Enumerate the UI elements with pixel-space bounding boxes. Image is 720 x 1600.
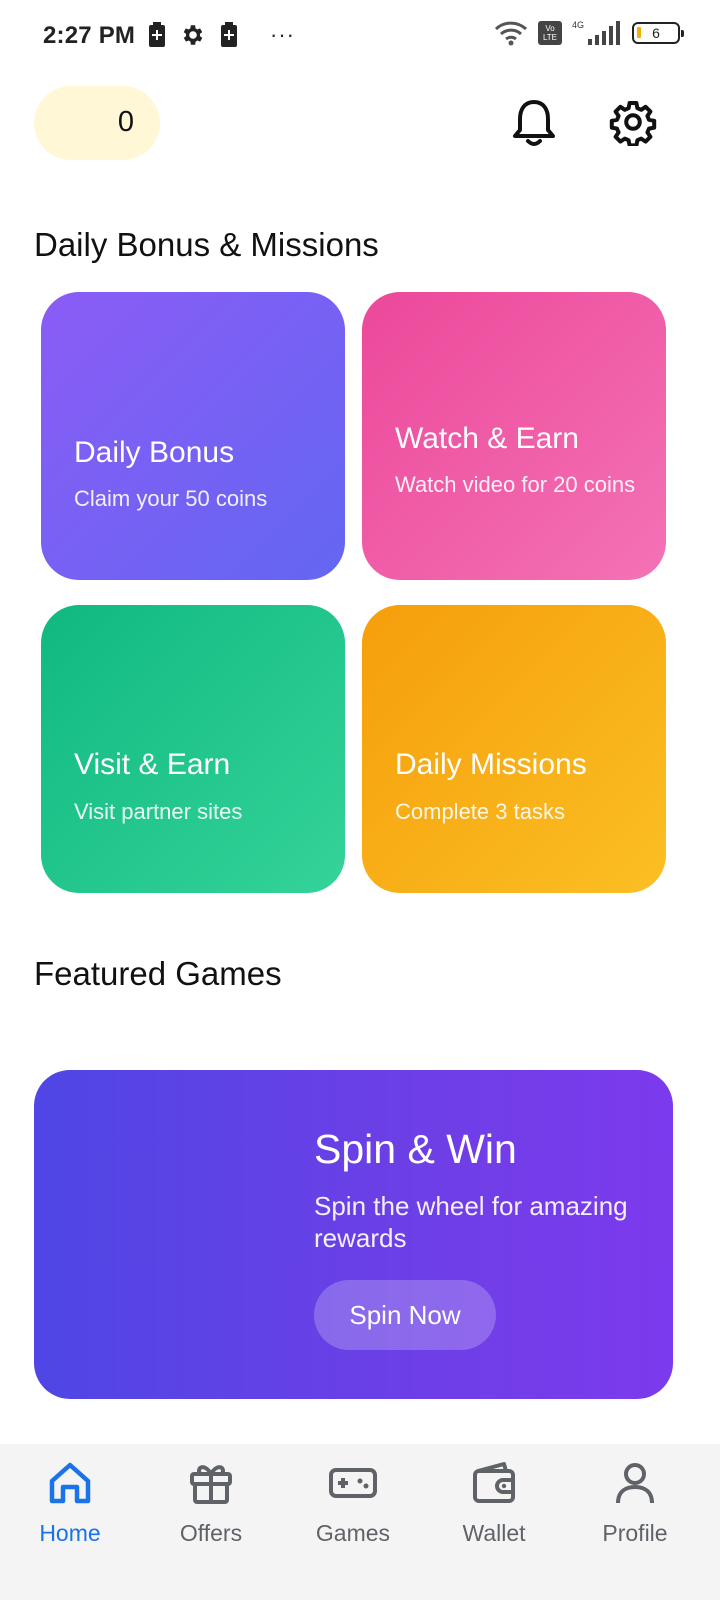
spin-win-subtitle: Spin the wheel for amazing rewards — [314, 1191, 628, 1253]
nav-label-home: Home — [39, 1520, 101, 1546]
more-notifications-icon: ··· — [270, 22, 295, 47]
settings-notification-icon — [183, 25, 203, 45]
daily-bonus-card[interactable]: Daily Bonus Claim your 50 coins — [41, 292, 345, 580]
visit-earn-card[interactable]: Visit & Earn Visit partner sites — [41, 605, 345, 893]
status-bar: 2:27 PM ··· Vo LTE 4G 6 — [0, 0, 720, 72]
spin-win-banner[interactable]: Spin & Win Spin the wheel for amazing re… — [34, 1070, 673, 1399]
spin-win-title: Spin & Win — [314, 1126, 517, 1172]
watch-earn-title: Watch & Earn — [395, 422, 579, 455]
battery-level: 6 — [652, 25, 660, 41]
settings-button[interactable] — [603, 92, 663, 152]
nav-item-profile[interactable]: Profile — [575, 1458, 695, 1558]
watch-earn-card[interactable]: Watch & Earn Watch video for 20 coins — [362, 292, 666, 580]
battery-icon: 6 — [632, 22, 684, 44]
battery-saver-icon — [149, 22, 165, 47]
notifications-button[interactable] — [504, 92, 564, 152]
nav-label-offers: Offers — [179, 1520, 243, 1546]
network-type-label: 4G — [571, 20, 584, 30]
wifi-icon — [494, 21, 528, 46]
featured-section-title: Featured Games — [34, 955, 282, 992]
daily-missions-card[interactable]: Daily Missions Complete 3 tasks — [362, 605, 666, 893]
spin-now-button[interactable]: Spin Now — [314, 1280, 496, 1350]
gift-icon — [186, 1458, 236, 1508]
nav-item-offers[interactable]: Offers — [151, 1458, 271, 1558]
daily-bonus-title: Daily Bonus — [74, 436, 235, 469]
home-icon — [45, 1458, 95, 1508]
daily-bonus-subtitle: Claim your 50 coins — [74, 486, 268, 511]
person-icon — [610, 1458, 660, 1508]
wallet-icon — [469, 1458, 519, 1508]
visit-earn-subtitle: Visit partner sites — [74, 799, 243, 824]
gamepad-icon — [328, 1458, 378, 1508]
nav-label-games: Games — [315, 1520, 391, 1546]
coin-balance-value: 0 — [117, 106, 134, 138]
status-system-icons: Vo LTE 4G 6 — [494, 20, 684, 46]
visit-earn-title: Visit & Earn — [74, 748, 231, 781]
volte-icon: Vo LTE — [537, 21, 562, 45]
battery-saver-icon-2 — [221, 22, 237, 47]
coin-balance-pill[interactable]: 0 — [34, 86, 160, 160]
status-notification-icons: ··· — [148, 22, 295, 48]
nav-label-wallet: Wallet — [462, 1520, 526, 1546]
signal-icon — [588, 21, 620, 45]
bottom-navigation: Home Offers Games Wallet Profile — [0, 1444, 720, 1600]
nav-label-profile: Profile — [602, 1520, 668, 1546]
home-screen: 2:27 PM ··· Vo LTE 4G 6 0 Daily Bonus & … — [0, 0, 720, 1600]
gear-icon — [609, 101, 657, 146]
daily-missions-subtitle: Complete 3 tasks — [395, 799, 565, 824]
nav-item-home[interactable]: Home — [10, 1458, 130, 1558]
bell-icon — [513, 100, 555, 146]
daily-missions-title: Daily Missions — [395, 748, 587, 781]
nav-item-wallet[interactable]: Wallet — [434, 1458, 554, 1558]
nav-item-games[interactable]: Games — [293, 1458, 413, 1558]
daily-section-title: Daily Bonus & Missions — [34, 226, 379, 263]
status-time: 2:27 PM — [43, 22, 136, 49]
watch-earn-subtitle: Watch video for 20 coins — [395, 472, 636, 497]
